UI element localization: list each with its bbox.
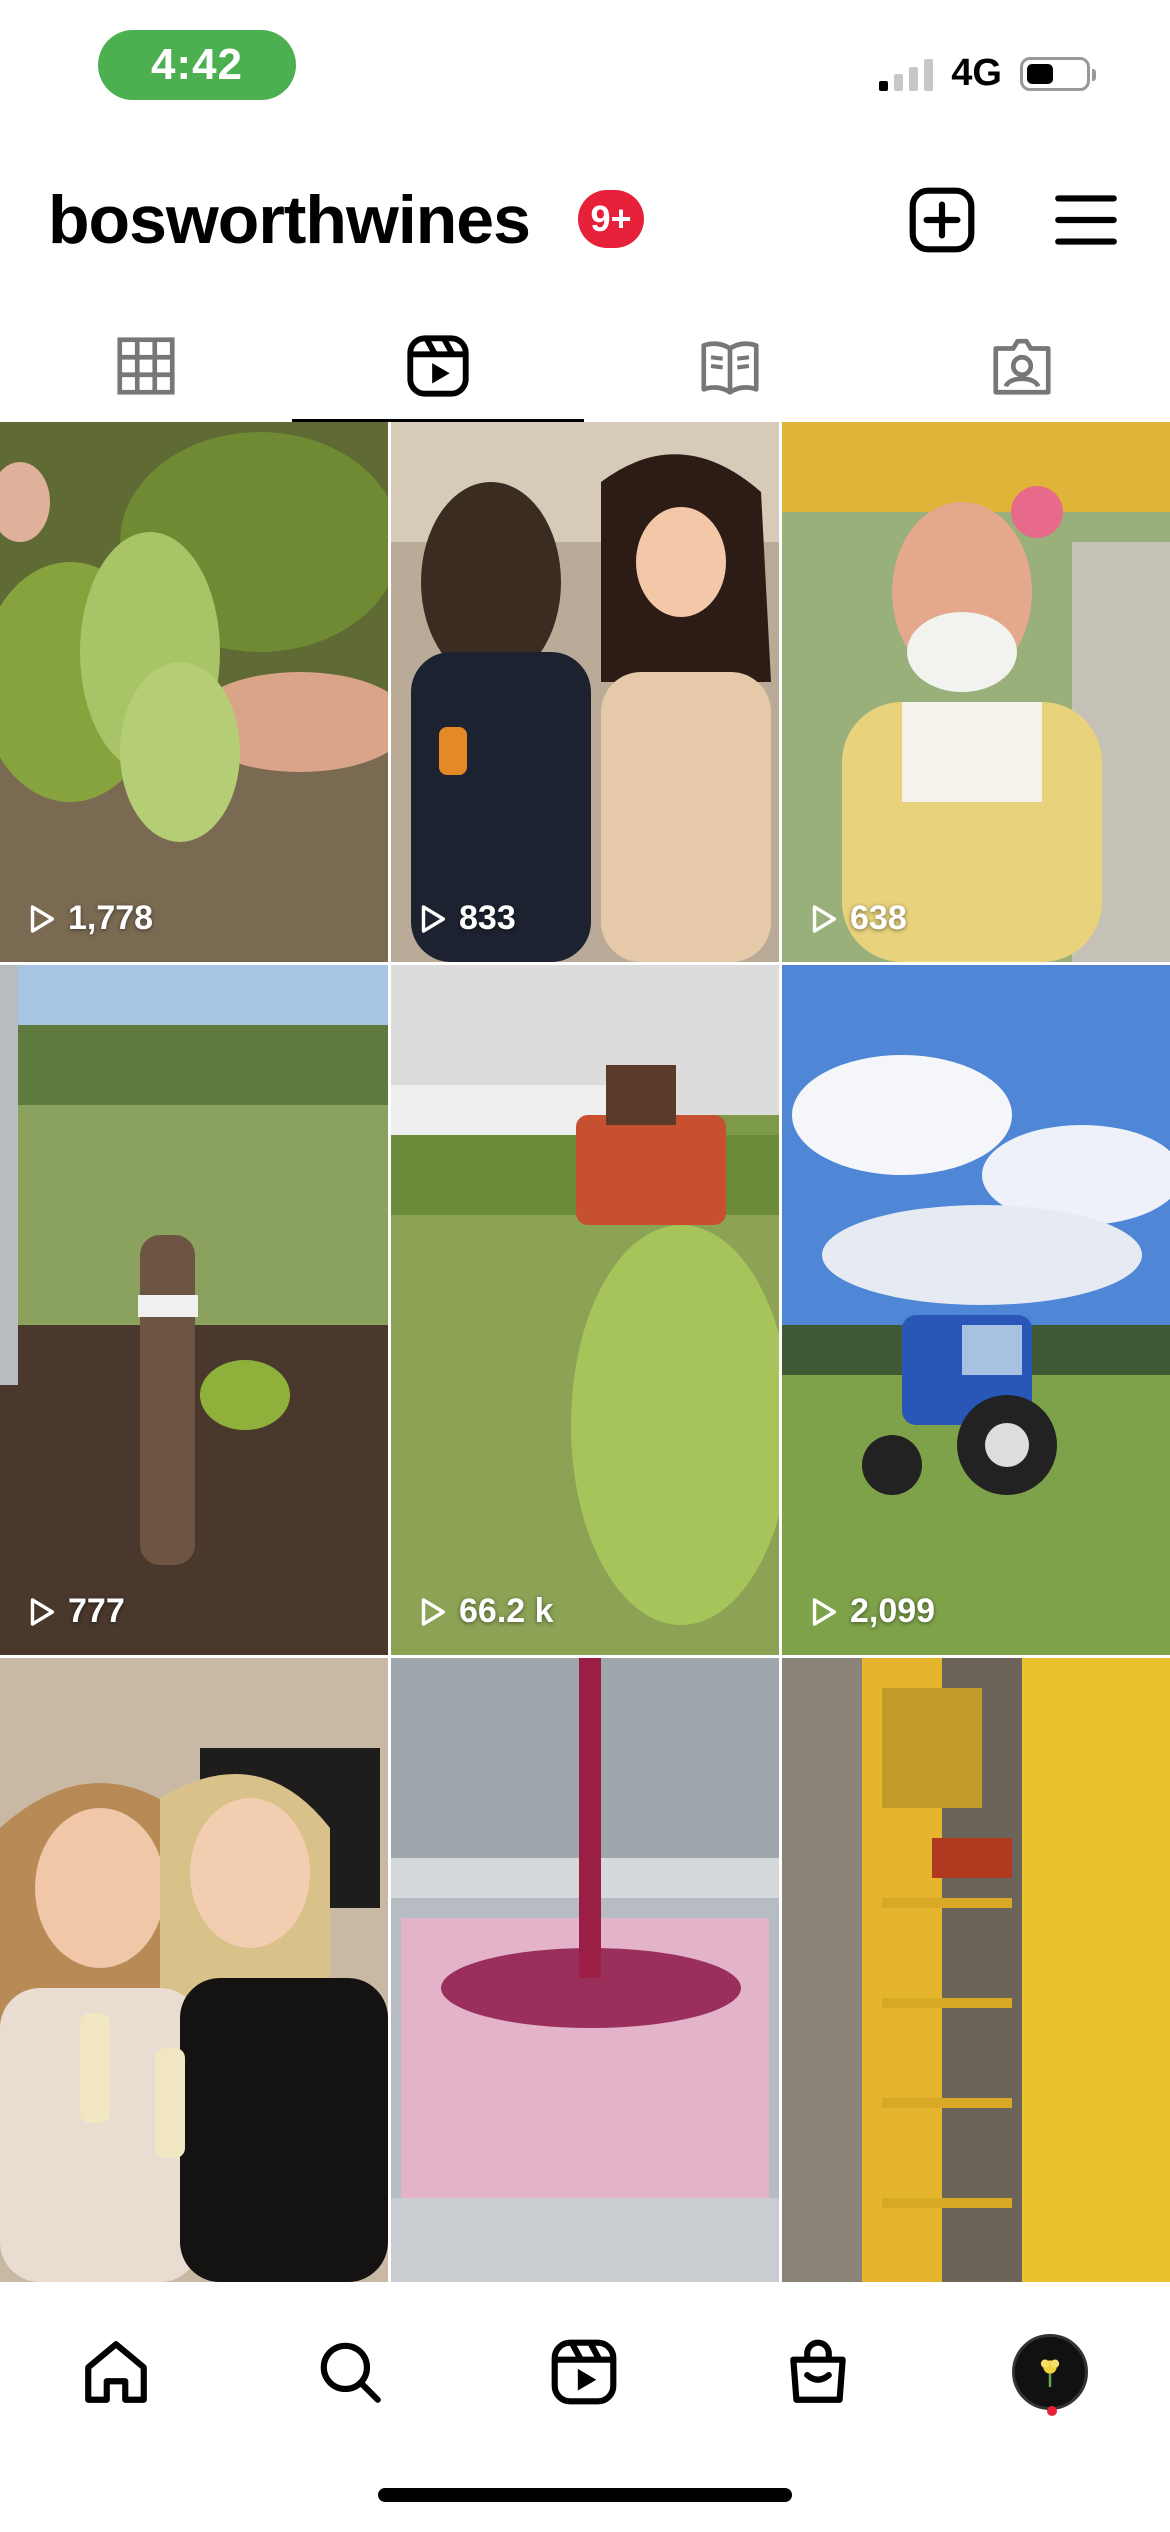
reels-icon: [551, 2339, 617, 2405]
reel-thumbnail-man-with-rose: [782, 422, 1170, 962]
create-button[interactable]: [902, 180, 982, 260]
tagged-icon: [993, 338, 1051, 395]
play-icon: [812, 1597, 837, 1626]
status-bar: 4:42 4G: [0, 0, 1170, 140]
profile-avatar: [1012, 2334, 1088, 2410]
reel-view-count: 833: [415, 899, 516, 938]
time-pill[interactable]: 4:42: [98, 30, 296, 100]
reel-views-label: 777: [68, 1592, 125, 1630]
flower-logo-icon: [1040, 2359, 1060, 2387]
home-icon: [85, 2341, 147, 2403]
reel-thumbnail-wine-must: [391, 1658, 779, 2282]
reel-view-count: 2,099: [806, 1592, 935, 1631]
reel-views-label: 833: [459, 899, 516, 937]
profile-tabs: [0, 310, 1170, 422]
reel-views-label: 2,099: [850, 1592, 936, 1630]
grid-icon: [117, 337, 175, 395]
reel-views-label: 66.2 k: [459, 1592, 554, 1630]
reel-thumbnail-grapes: [0, 422, 388, 962]
reel-thumbnail-blue-tractor: [782, 965, 1170, 1655]
nav-home[interactable]: [66, 2322, 166, 2422]
reel-tile[interactable]: 1,778: [0, 422, 388, 962]
tab-posts-grid[interactable]: [0, 310, 292, 422]
reel-views-label: 1,778: [68, 899, 154, 937]
profile-notification-dot: [1047, 2406, 1057, 2416]
search-icon: [320, 2342, 381, 2403]
tab-guides[interactable]: [584, 310, 876, 422]
play-icon: [421, 904, 446, 933]
home-indicator[interactable]: [378, 2488, 792, 2502]
reel-thumbnail-vine-stump: [0, 965, 388, 1655]
notification-badge[interactable]: 9+: [578, 190, 644, 248]
reel-tile[interactable]: [391, 1658, 779, 2282]
profile-username[interactable]: bosworthwines: [48, 170, 531, 270]
reel-tile[interactable]: 2,099: [782, 965, 1170, 1655]
reel-view-count: 1,778: [24, 899, 153, 938]
menu-button[interactable]: [1046, 180, 1126, 260]
reel-view-count: 638: [806, 899, 907, 938]
status-time: 4:42: [150, 40, 244, 89]
nav-search[interactable]: [300, 2322, 400, 2422]
hamburger-menu-icon: [1055, 195, 1117, 245]
reel-thumbnail-red-tractor: [391, 965, 779, 1655]
reel-views-label: 638: [850, 899, 907, 937]
reels-icon: [407, 335, 469, 397]
reel-view-count: 66.2 k: [415, 1592, 554, 1631]
battery-icon: [1020, 56, 1096, 91]
reels-grid: 1,778 833 638 777 66.2 k 2,099: [0, 422, 1170, 2282]
reel-thumbnail-harvester: [782, 1658, 1170, 2282]
reel-thumbnail-guests: [391, 422, 779, 962]
reel-tile[interactable]: [782, 1658, 1170, 2282]
network-label: 4G: [951, 52, 1002, 94]
plus-square-icon: [909, 187, 975, 253]
reel-tile[interactable]: 833: [391, 422, 779, 962]
play-icon: [30, 904, 55, 933]
play-icon: [421, 1597, 446, 1626]
tab-reels[interactable]: [292, 310, 584, 422]
play-icon: [812, 904, 837, 933]
reel-thumbnail-two-women: [0, 1658, 388, 2282]
guide-icon: [701, 341, 759, 395]
reel-tile[interactable]: 66.2 k: [391, 965, 779, 1655]
nav-shop[interactable]: [768, 2322, 868, 2422]
reel-view-count: 777: [24, 1592, 125, 1631]
reel-tile[interactable]: [0, 1658, 388, 2282]
shop-icon: [790, 2339, 846, 2403]
profile-header: bosworthwines 9+: [0, 170, 1170, 270]
signal-icon: [879, 57, 934, 91]
play-icon: [30, 1597, 55, 1626]
reel-tile[interactable]: 777: [0, 965, 388, 1655]
reel-tile[interactable]: 638: [782, 422, 1170, 962]
nav-reels[interactable]: [534, 2322, 634, 2422]
status-indicators: 4G: [879, 52, 1096, 95]
tab-tagged[interactable]: [876, 310, 1168, 422]
